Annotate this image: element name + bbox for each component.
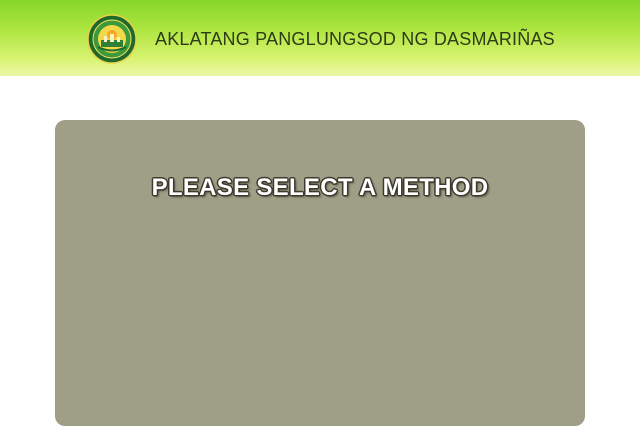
panel-heading: PLEASE SELECT A METHOD: [151, 174, 489, 201]
app-header: AKLATANG PANGLUNGSOD NG DASMARIÑAS: [0, 0, 640, 76]
method-selection-panel: PLEASE SELECT A METHOD: [55, 120, 585, 426]
city-seal-icon: [87, 14, 137, 64]
page-title: AKLATANG PANGLUNGSOD NG DASMARIÑAS: [155, 29, 555, 49]
